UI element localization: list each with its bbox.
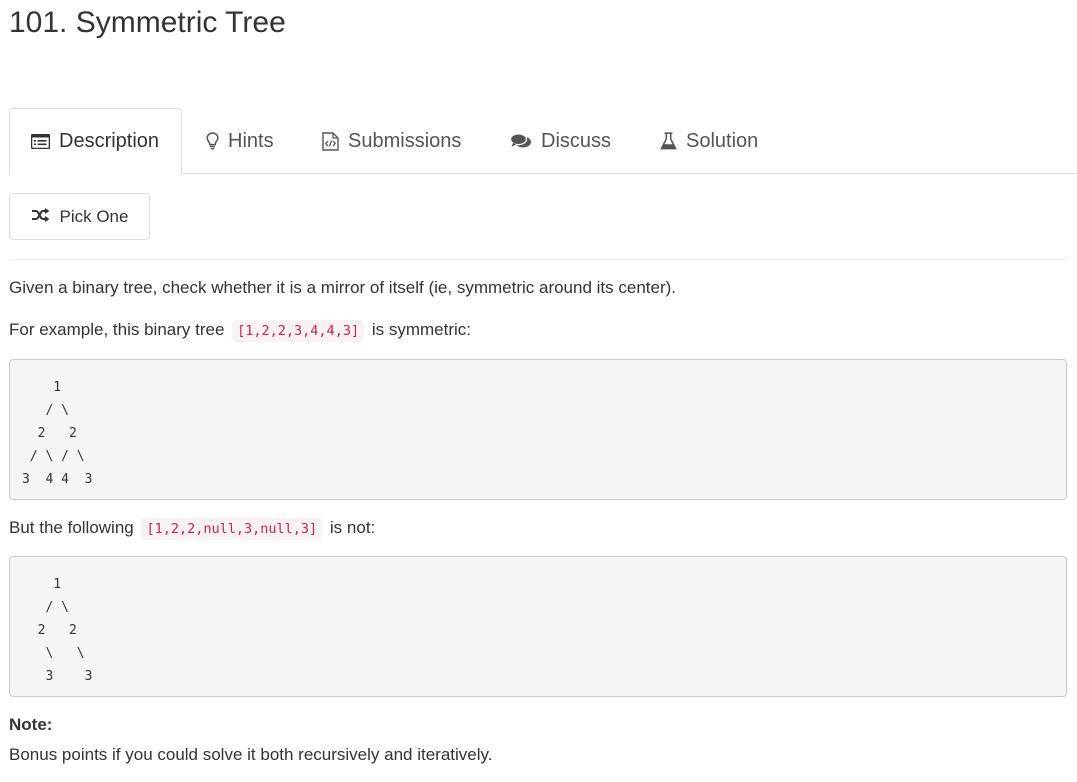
random-icon	[31, 207, 50, 227]
note-heading: Note:	[9, 715, 53, 734]
tab-discuss[interactable]: Discuss	[510, 108, 611, 174]
tab-label: Discuss	[541, 129, 612, 152]
tab-label: Description	[59, 130, 160, 152]
lightbulb-icon	[206, 132, 219, 150]
pick-one-label: Pick One	[59, 206, 129, 226]
page-title: 101. Symmetric Tree	[9, 6, 286, 39]
tab-bar: Description Hints Submissions Discuss So…	[9, 108, 1077, 175]
tab-hints[interactable]: Hints	[206, 108, 274, 174]
symmetric-tree-example: 1 / \ 2 2 / \ / \ 3 4 4 3	[9, 359, 1067, 500]
comments-icon	[510, 132, 532, 150]
example2-prefix: But the following	[9, 518, 134, 537]
note-text: Bonus points if you could solve it both …	[9, 745, 493, 764]
example2-line: But the following [1,2,2,null,3,null,3] …	[9, 518, 376, 540]
example1-array-code: [1,2,2,3,4,4,3]	[232, 320, 365, 342]
example2-array-code: [1,2,2,null,3,null,3]	[141, 518, 323, 540]
flask-icon	[660, 131, 677, 151]
file-code-icon	[322, 131, 339, 151]
example2-suffix: is not:	[329, 518, 376, 537]
tab-label: Submissions	[348, 129, 462, 152]
tab-submissions[interactable]: Submissions	[322, 108, 461, 174]
problem-intro: Given a binary tree, check whether it is…	[9, 278, 677, 297]
pick-one-button[interactable]: Pick One	[9, 193, 150, 240]
tab-solution[interactable]: Solution	[660, 108, 758, 174]
example1-prefix: For example, this binary tree	[9, 320, 225, 339]
tab-description[interactable]: Description	[9, 108, 182, 175]
divider	[9, 259, 1068, 260]
example1-line: For example, this binary tree [1,2,2,3,4…	[9, 320, 471, 342]
tab-label: Solution	[686, 129, 759, 152]
example1-suffix: is symmetric:	[371, 320, 471, 339]
asymmetric-tree-example: 1 / \ 2 2 \ \ 3 3	[9, 556, 1067, 697]
list-alt-icon	[31, 134, 50, 149]
tab-label: Hints	[228, 129, 274, 152]
